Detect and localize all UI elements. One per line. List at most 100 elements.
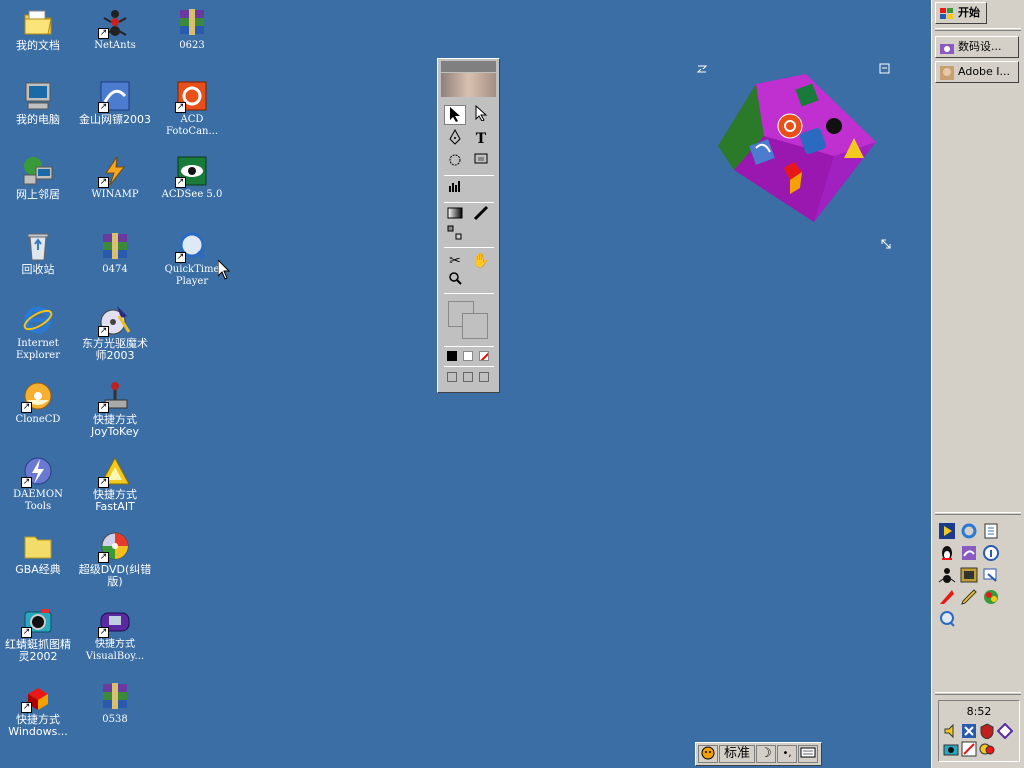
graph-tool-icon[interactable]: [444, 179, 466, 199]
clock[interactable]: 8:52: [939, 705, 1019, 718]
cube-minimize-icon[interactable]: [879, 63, 890, 74]
icon-label: 网上邻居: [16, 188, 60, 201]
netants-icon: ↗: [98, 6, 131, 39]
quicktime-icon[interactable]: [938, 610, 956, 628]
taskbar-window-label: 数码设...: [958, 40, 1002, 53]
shield-icon[interactable]: [979, 723, 995, 740]
icon-label: Internet Explorer: [15, 338, 61, 361]
recycle-bin-icon: [22, 230, 54, 262]
acdsee-icon[interactable]: [960, 566, 978, 584]
taskbar-grip[interactable]: [935, 28, 1021, 31]
quicklaunch-grip[interactable]: [935, 512, 1021, 515]
winamp-icon: ↗: [98, 155, 131, 188]
network-status-icon[interactable]: [961, 723, 977, 739]
info-icon[interactable]: [982, 544, 1000, 562]
notepad-icon[interactable]: [982, 522, 1000, 540]
pen-tool-icon[interactable]: [444, 128, 466, 149]
pen-icon[interactable]: [960, 588, 978, 606]
taskbar-window-adobe-illustrator[interactable]: Adobe I...: [935, 61, 1019, 83]
ime-half-width-toggle[interactable]: ☽: [756, 745, 776, 763]
standard-screen-mode-button[interactable]: [447, 372, 457, 382]
start-label: 开始: [958, 6, 980, 19]
ime-mode-button[interactable]: 标准: [719, 745, 755, 763]
desktop-icon-joytokey[interactable]: ↗ 快捷方式 JoyToKey: [77, 376, 153, 448]
start-button[interactable]: 开始: [935, 2, 987, 24]
tools-palette[interactable]: T ✂ ✋: [437, 58, 500, 393]
none-button[interactable]: [479, 351, 489, 361]
media-player-icon[interactable]: [938, 522, 956, 540]
gradient-tool-icon[interactable]: [444, 205, 466, 225]
winrar-archive-icon: [99, 680, 131, 712]
chat-icon[interactable]: [979, 741, 995, 757]
direct-selection-tool-icon[interactable]: [470, 104, 492, 125]
desktop-icon-screen-capture[interactable]: ↗ 红蜻蜓抓图精 灵2002: [0, 601, 76, 673]
qq-icon[interactable]: [938, 544, 956, 562]
camera-icon[interactable]: [943, 741, 959, 757]
palette-title-bar[interactable]: [441, 61, 496, 72]
ime-punctuation-toggle[interactable]: •,: [777, 745, 797, 763]
icon-label: 0474: [102, 264, 128, 275]
misc-icon[interactable]: [996, 722, 1014, 740]
volume-icon[interactable]: [943, 723, 959, 739]
desktop-icon-0538[interactable]: 0538: [77, 676, 153, 748]
edit-icon[interactable]: [961, 741, 977, 757]
desktop-icon-internet-explorer[interactable]: Internet Explorer: [0, 300, 76, 372]
hand-tool-icon[interactable]: ✋: [470, 251, 492, 271]
taskbar: 开始 数码设... Adobe I... 8:52: [931, 0, 1024, 768]
cube-rotate-handle-icon[interactable]: [696, 65, 708, 73]
soft-keyboard-icon[interactable]: [798, 745, 818, 763]
scissors-tool-icon[interactable]: ✂: [444, 251, 466, 271]
desktop-icon-acdsee[interactable]: ↗ ACDSee 5.0: [154, 151, 230, 223]
desktop-icon-my-computer[interactable]: 我的电脑: [0, 76, 76, 148]
measure-tool-icon[interactable]: [470, 205, 492, 225]
desktop-icon-cd-magician[interactable]: ↗ 东方光驱魔术 师2003: [77, 300, 153, 372]
desktop-icon-acd-fotocanvas[interactable]: ↗ ACD FotoCan...: [154, 76, 230, 148]
taskbar-window-camera-app[interactable]: 数码设...: [935, 36, 1019, 58]
icon-label: WINAMP: [91, 189, 139, 200]
desktop-icon-visualboy[interactable]: ↗ 快捷方式 VisualBoy...: [77, 601, 153, 673]
gradient-button[interactable]: [463, 351, 473, 361]
cd-magician-icon: ↗: [98, 304, 131, 337]
type-tool-icon[interactable]: T: [470, 129, 492, 149]
scale-tool-icon[interactable]: [470, 153, 492, 173]
desktop-icon-daemon-tools[interactable]: ↗ DAEMON Tools: [0, 451, 76, 523]
selection-tool-icon[interactable]: [444, 105, 466, 125]
icon-label: 快捷方式 FastAIT: [93, 488, 137, 513]
desktop-icon-fastait[interactable]: ↗ 快捷方式 FastAIT: [77, 451, 153, 523]
flashget-icon[interactable]: [938, 588, 956, 606]
desktop-icon-0474[interactable]: 0474: [77, 226, 153, 298]
desktop-icon-gba[interactable]: GBA经典: [0, 526, 76, 598]
ime-status-bar[interactable]: 标准 ☽ •,: [695, 742, 822, 766]
ime-logo-icon[interactable]: [698, 745, 718, 763]
camera-app-icon: [939, 40, 955, 56]
netants-icon[interactable]: [938, 566, 956, 584]
full-screen-menu-mode-button[interactable]: [463, 372, 473, 382]
zoom-tool-icon[interactable]: [444, 271, 466, 291]
desktop-icon-netants[interactable]: ↗ NetAnts: [77, 2, 153, 74]
icon-label: 我的电脑: [16, 113, 60, 126]
desktop-icon-super-dvd[interactable]: ↗ 超级DVD(纠错 版): [77, 526, 153, 598]
desktop-icon-0623[interactable]: 0623: [154, 2, 230, 74]
full-screen-mode-button[interactable]: [479, 372, 489, 382]
network-icon[interactable]: [982, 566, 1000, 584]
color-icon[interactable]: [982, 588, 1000, 606]
desktop-icon-clonecd[interactable]: ↗ CloneCD: [0, 376, 76, 448]
desktop-icon-kingsoft-firewall[interactable]: ↗ 金山网镖2003: [77, 76, 153, 148]
cube-resize-handle-icon[interactable]: [881, 239, 891, 249]
desktop-icon-winamp[interactable]: ↗ WINAMP: [77, 151, 153, 223]
desktop-icon-recycle-bin[interactable]: 回收站: [0, 226, 76, 298]
ie-icon[interactable]: [960, 522, 978, 540]
desktop-icon-my-documents[interactable]: 我的文档: [0, 2, 76, 74]
desktop-icon-windows-shortcut[interactable]: ↗ 快捷方式 Windows...: [0, 676, 76, 748]
kingsoft-firewall-icon: ↗: [98, 80, 131, 113]
adobe-illustrator-icon: [939, 65, 955, 81]
kingsoft-icon[interactable]: [960, 544, 978, 562]
desktop-icon-network-places[interactable]: 网上邻居: [0, 151, 76, 223]
fill-stroke-swatches[interactable]: [446, 299, 492, 341]
3d-icon-cube[interactable]: [694, 60, 894, 250]
rotate-tool-icon[interactable]: [444, 153, 466, 173]
icon-label: DAEMON Tools: [13, 489, 63, 512]
icon-label: 快捷方式 Windows...: [8, 713, 68, 738]
color-button[interactable]: [447, 351, 457, 361]
blend-tool-icon[interactable]: [444, 225, 466, 245]
